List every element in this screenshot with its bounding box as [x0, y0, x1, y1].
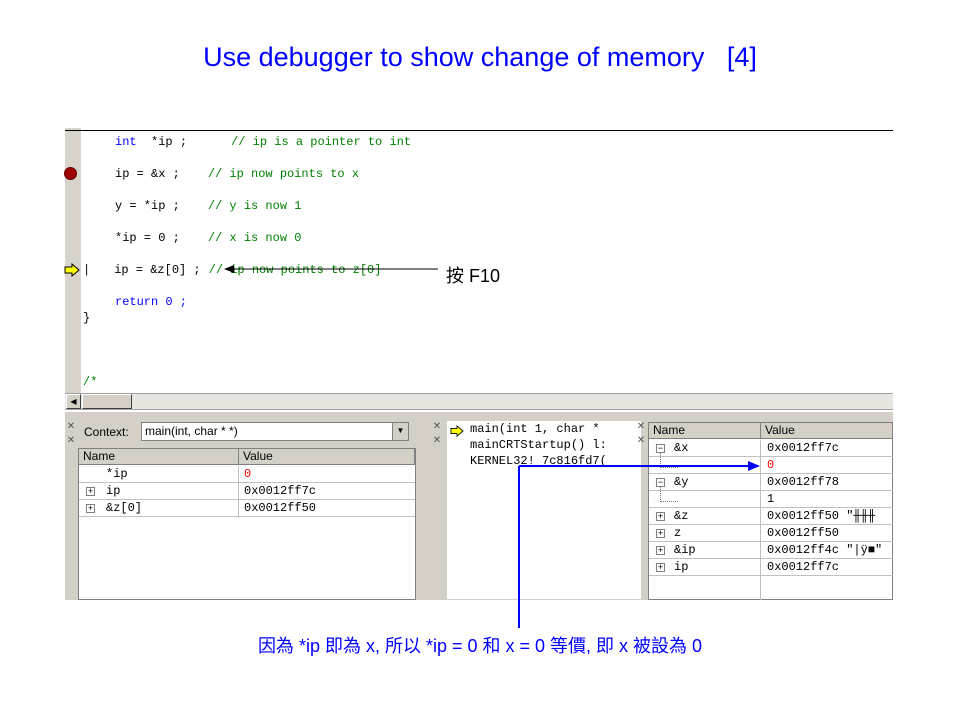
- expand-plus-icon[interactable]: +: [86, 504, 95, 513]
- callstack-frame[interactable]: main(int 1, char *: [470, 422, 600, 436]
- callstack-frame[interactable]: mainCRTStartup() l:: [470, 438, 607, 452]
- editor-hscrollbar[interactable]: [65, 393, 893, 410]
- watch-value: 0x0012ff50 "╫╫╫: [767, 509, 876, 523]
- variable-value: 0x0012ff50: [244, 501, 317, 515]
- variable-name: *ip: [106, 467, 128, 481]
- close-icon[interactable]: ✕: [432, 422, 442, 432]
- collapse-minus-icon[interactable]: −: [656, 444, 665, 453]
- code-text: return 0 ;: [115, 295, 188, 309]
- code-line-4: *ip = 0 ; // x is now 0: [83, 230, 301, 246]
- code-line-8: /*: [83, 374, 97, 390]
- variables-header-name[interactable]: Name: [79, 449, 239, 465]
- watch-value: 0x0012ff78: [767, 475, 840, 489]
- memory-change-pointer: [518, 461, 760, 628]
- watch-header-name[interactable]: Name: [649, 423, 761, 439]
- watch-value: 1: [767, 492, 775, 506]
- f10-pointer-arrow: [224, 265, 438, 273]
- code-line-7: }: [83, 310, 90, 326]
- code-comment: // ip is a pointer to int: [231, 135, 412, 149]
- variable-value: 0x0012ff7c: [244, 484, 317, 498]
- code-text: y = *ip ;: [115, 199, 180, 213]
- close-icon[interactable]: ✕: [66, 422, 76, 432]
- text-cursor: |: [83, 263, 91, 277]
- watch-value: 0x0012ff4c "|ÿ■": [767, 543, 883, 557]
- editor-top-border: [65, 130, 893, 131]
- close-icon[interactable]: ✕: [636, 422, 646, 432]
- code-text: ip = &x ;: [115, 167, 180, 181]
- context-select[interactable]: main(int, char * *) ▼: [141, 422, 409, 441]
- context-value: main(int, char * *): [145, 424, 238, 438]
- code-text: *ip ;: [136, 135, 188, 149]
- variable-value: 0: [244, 467, 252, 481]
- code-keyword: int: [115, 135, 137, 149]
- variable-name: &z[0]: [106, 501, 143, 515]
- watch-value: 0x0012ff7c: [767, 560, 840, 574]
- code-text: *ip = 0 ;: [115, 231, 180, 245]
- slide-title: Use debugger to show change of memory [4…: [203, 42, 757, 72]
- variable-name: ip: [106, 484, 121, 498]
- watch-name: &x: [674, 441, 689, 455]
- scroll-left-button[interactable]: ◀: [66, 394, 81, 409]
- close-icon[interactable]: ✕: [636, 436, 646, 446]
- watch-value: 0x0012ff50: [767, 526, 840, 540]
- chevron-down-icon[interactable]: ▼: [392, 423, 408, 440]
- code-line-6: return 0 ;: [83, 294, 187, 310]
- watch-header-value[interactable]: Value: [761, 423, 893, 439]
- code-text: ip = &z[0] ;: [114, 263, 201, 277]
- expand-plus-icon[interactable]: +: [86, 487, 95, 496]
- code-line-1: int *ip ; // ip is a pointer to int: [83, 134, 411, 150]
- code-comment: // ip now points to x: [207, 167, 360, 181]
- code-comment: // x is now 0: [207, 231, 302, 245]
- variables-header-value[interactable]: Value: [239, 449, 415, 465]
- close-icon[interactable]: ✕: [66, 436, 76, 446]
- column-divider: [238, 466, 239, 518]
- code-line-2: ip = &x ; // ip now points to x: [83, 166, 359, 182]
- code-line-3: y = *ip ; // y is now 1: [83, 198, 301, 214]
- watch-value: 0: [767, 458, 775, 472]
- breakpoint-icon[interactable]: [64, 167, 77, 180]
- watch-value: 0x0012ff7c: [767, 441, 840, 455]
- scroll-thumb[interactable]: [82, 394, 132, 409]
- current-line-arrow-icon: [64, 263, 80, 277]
- code-text: /*: [83, 375, 98, 389]
- explanation-note: 因為 *ip 即為 x, 所以 *ip = 0 和 x = 0 等價, 即 x …: [257, 636, 703, 656]
- code-text: }: [83, 311, 91, 325]
- close-icon[interactable]: ✕: [432, 436, 442, 446]
- f10-annotation: 按 F10: [446, 266, 501, 286]
- context-label: Context:: [84, 425, 129, 439]
- current-frame-arrow-icon: [450, 425, 464, 437]
- code-comment: // y is now 1: [207, 199, 302, 213]
